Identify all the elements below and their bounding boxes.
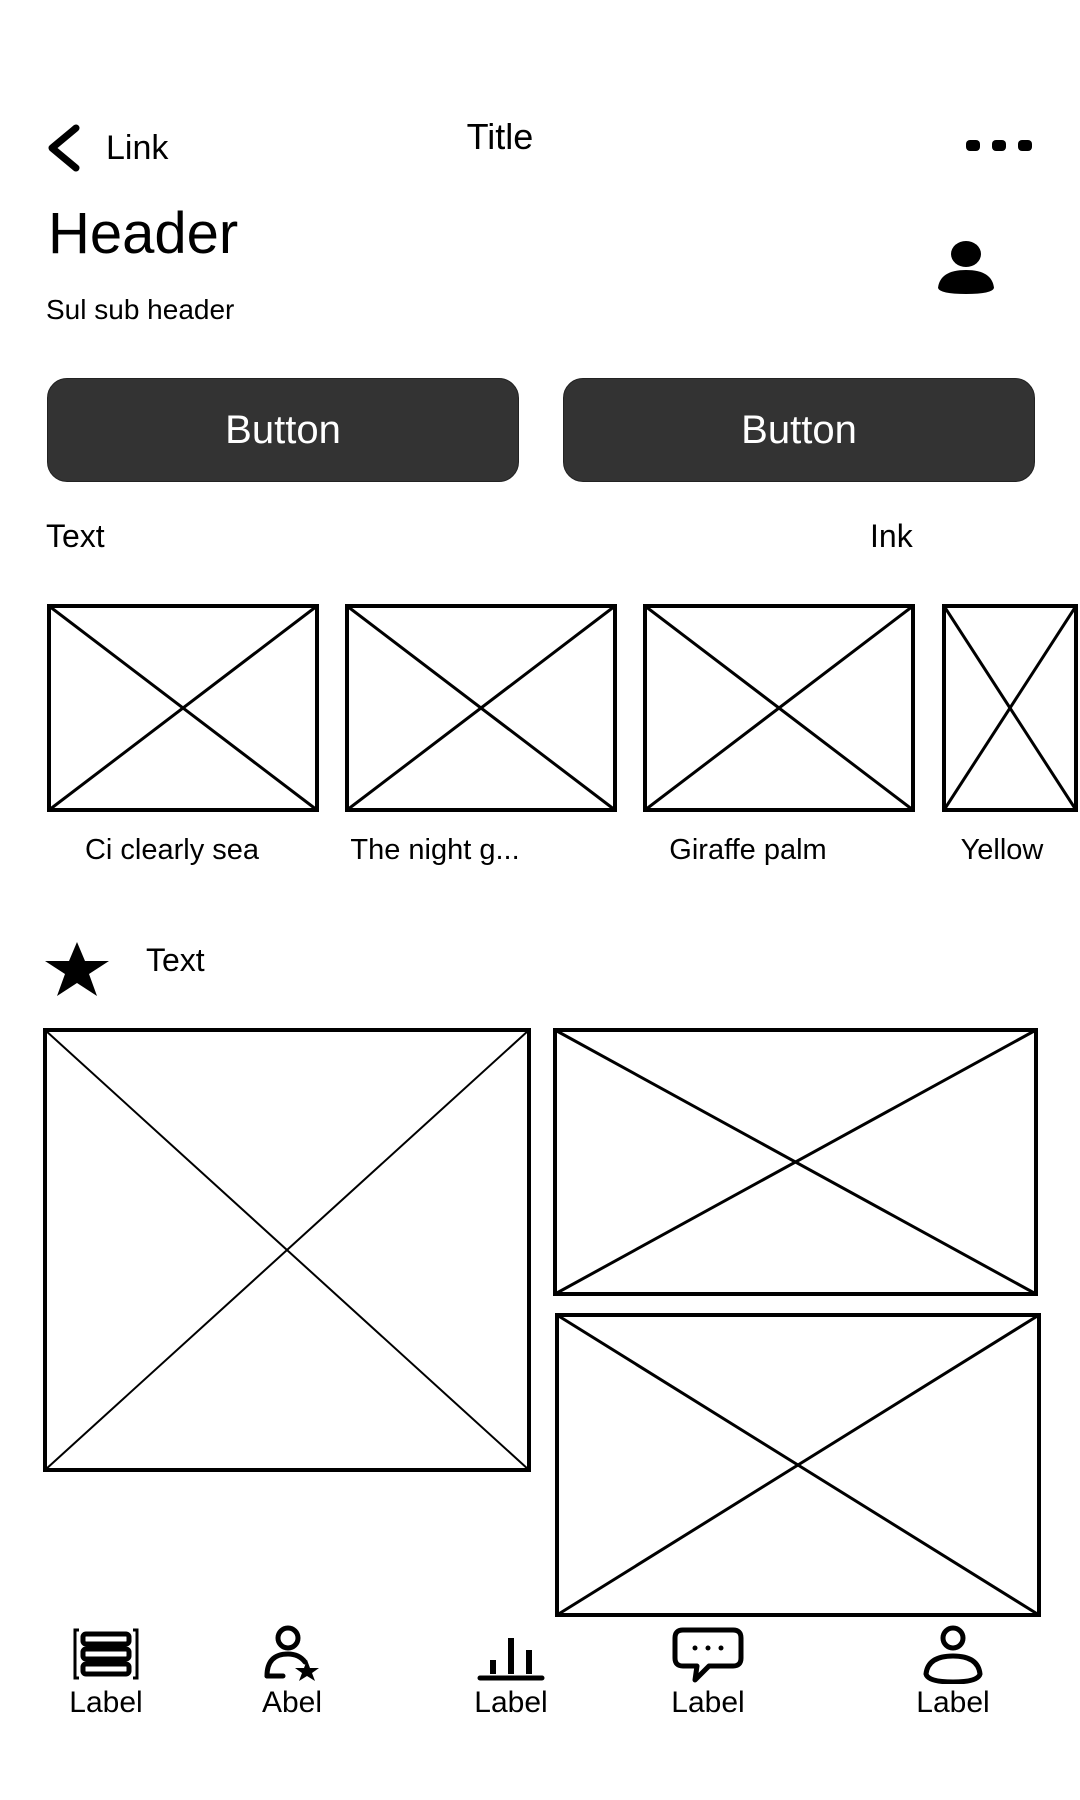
nav-item-5[interactable]: Label bbox=[883, 1624, 1023, 1720]
carousel-caption-1: Ci clearly sea bbox=[84, 834, 260, 866]
nav-item-label: Abel bbox=[261, 1686, 323, 1719]
user-star-icon bbox=[264, 1625, 319, 1681]
image-placeholder-icon bbox=[643, 604, 915, 812]
section2-text: Text bbox=[146, 942, 205, 978]
carousel-image-2[interactable] bbox=[345, 604, 617, 812]
image-placeholder-icon bbox=[345, 604, 617, 812]
header-title: Header bbox=[48, 201, 239, 266]
grid-image-bottom-right[interactable] bbox=[555, 1313, 1041, 1617]
carousel-caption-3: Giraffe palm bbox=[669, 834, 827, 866]
carousel-image-1[interactable] bbox=[47, 604, 319, 812]
image-placeholder-icon bbox=[942, 604, 1078, 812]
more-options-icon[interactable] bbox=[960, 134, 1040, 158]
grid-image-large[interactable] bbox=[43, 1028, 531, 1472]
image-placeholder-icon bbox=[43, 1028, 531, 1472]
nav-item-2[interactable]: Abel bbox=[222, 1624, 362, 1720]
subheader: Sul sub header bbox=[46, 294, 235, 325]
image-placeholder-icon bbox=[555, 1313, 1041, 1617]
image-placeholder-icon bbox=[553, 1028, 1038, 1296]
nav-item-label: Label bbox=[916, 1686, 990, 1719]
carousel-image-3[interactable] bbox=[643, 604, 915, 812]
section-text: Text bbox=[46, 518, 105, 554]
grid-image-top-right[interactable] bbox=[553, 1028, 1038, 1296]
carousel-caption-2: The night g... bbox=[350, 834, 520, 866]
page-title: Title bbox=[466, 116, 534, 157]
chat-icon bbox=[672, 1627, 744, 1683]
nav-item-4[interactable]: Label bbox=[638, 1624, 778, 1720]
primary-button-2[interactable]: Button bbox=[563, 378, 1035, 482]
nav-item-label: Label bbox=[69, 1686, 143, 1719]
carousel-image-4[interactable] bbox=[942, 604, 1078, 812]
avatar-icon[interactable] bbox=[934, 240, 998, 296]
nav-item-3[interactable]: Label bbox=[441, 1624, 581, 1720]
bar-chart-icon bbox=[477, 1638, 545, 1681]
nav-item-label: Label bbox=[671, 1686, 745, 1719]
star-icon bbox=[45, 942, 109, 996]
image-placeholder-icon bbox=[47, 604, 319, 812]
nav-item-1[interactable]: Label bbox=[36, 1624, 176, 1720]
stack-icon bbox=[73, 1628, 139, 1680]
profile-icon bbox=[923, 1625, 983, 1684]
button-label: Button bbox=[225, 407, 341, 452]
section-link[interactable]: Ink bbox=[870, 518, 913, 555]
button-label: Button bbox=[741, 407, 857, 452]
carousel-caption-4: Yellow bbox=[960, 834, 1044, 866]
primary-button-1[interactable]: Button bbox=[47, 378, 519, 482]
nav-item-label: Label bbox=[474, 1686, 548, 1719]
